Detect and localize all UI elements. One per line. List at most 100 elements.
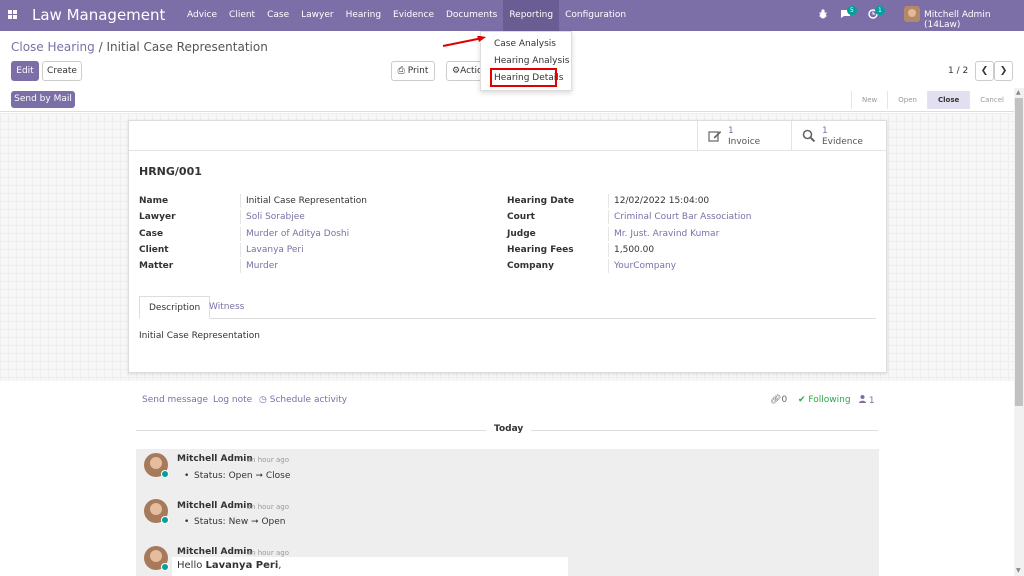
- statusbar: Send by Mail New Open Close Cancel: [0, 88, 1014, 112]
- online-status-icon: [161, 563, 169, 571]
- case-link[interactable]: Murder of Aditya Doshi: [240, 227, 349, 241]
- breadcrumb-parent[interactable]: Close Hearing: [11, 40, 95, 54]
- name-value: Initial Case Representation: [240, 194, 367, 208]
- scroll-down-icon[interactable]: ▼: [1016, 567, 1021, 574]
- check-icon: ✔: [798, 395, 806, 405]
- today-label: Today: [486, 424, 532, 434]
- dropdown-item-hearing-analysis[interactable]: Hearing Analysis: [494, 56, 569, 66]
- app-brand[interactable]: Law Management: [32, 6, 165, 24]
- hearing-date-value: 12/02/2022 15:04:00: [608, 194, 709, 208]
- greeting-word: Hello: [177, 560, 203, 571]
- breadcrumb: Close Hearing / Initial Case Representat…: [11, 40, 268, 54]
- judge-link[interactable]: Mr. Just. Aravind Kumar: [608, 227, 719, 241]
- tab-witness[interactable]: Witness: [200, 296, 253, 319]
- message-time: - an hour ago: [242, 549, 289, 557]
- stage-pipeline: New Open Close Cancel: [851, 91, 1014, 109]
- bug-icon[interactable]: [818, 9, 828, 22]
- message-body: Status: Open ➞ Close: [184, 471, 290, 481]
- author-avatar[interactable]: [144, 546, 169, 571]
- menu-reporting[interactable]: Reporting: [503, 0, 560, 31]
- paperclip-icon: 🔗︎: [770, 395, 782, 405]
- greeting-comma: ,: [278, 560, 282, 571]
- top-navbar: Law Management Advice Client Case Lawyer…: [0, 0, 1024, 31]
- menu-advice[interactable]: Advice: [181, 0, 223, 31]
- menu-client[interactable]: Client: [223, 0, 261, 31]
- invoice-count: 1: [728, 126, 734, 136]
- following-label: Following: [808, 395, 851, 405]
- stage-new[interactable]: New: [851, 91, 887, 109]
- print-icon: ⎙: [397, 66, 405, 76]
- menu-evidence[interactable]: Evidence: [387, 0, 440, 31]
- record-reference: HRNG/001: [139, 165, 202, 178]
- invoice-smart-button[interactable]: 1 Invoice: [697, 121, 792, 151]
- message-time: - an hour ago: [242, 503, 289, 511]
- edit-icon: [708, 129, 722, 146]
- followers-count: 1: [868, 396, 875, 406]
- page-scrollbar[interactable]: ▲ ▼: [1014, 88, 1024, 576]
- client-link[interactable]: Lavanya Peri: [240, 243, 304, 257]
- pager-value[interactable]: 1 / 2: [948, 66, 968, 76]
- schedule-activity-button[interactable]: ◷ Schedule activity: [259, 395, 347, 405]
- menu-documents[interactable]: Documents: [440, 0, 503, 31]
- messages-badge: 5: [847, 6, 857, 15]
- user-menu[interactable]: Mitchell Admin (14Law): [924, 10, 1024, 30]
- author-avatar[interactable]: [144, 499, 169, 524]
- message-body: Status: New ➞ Open: [184, 517, 285, 527]
- print-button[interactable]: ⎙ Print: [391, 61, 435, 81]
- evidence-label: Evidence: [822, 137, 863, 147]
- matter-label: Matter: [139, 261, 174, 271]
- search-icon: [802, 129, 816, 146]
- attachments-count: 0: [781, 395, 788, 405]
- print-label: Print: [407, 66, 429, 76]
- messages-icon[interactable]: 5: [840, 6, 857, 22]
- send-message-button[interactable]: Send message: [142, 395, 208, 405]
- invoice-label: Invoice: [728, 137, 761, 147]
- online-status-icon: [161, 470, 169, 478]
- clock-icon: ◷: [259, 395, 267, 405]
- description-text: Initial Case Representation: [139, 331, 261, 341]
- activity-clock-icon[interactable]: 1: [868, 6, 885, 22]
- apps-menu-icon[interactable]: [8, 10, 17, 19]
- menu-case[interactable]: Case: [261, 0, 295, 31]
- annotation-arrow-icon: [442, 36, 486, 47]
- chatter-message: Mitchell Admin - an hour ago Status: New…: [136, 493, 879, 541]
- user-avatar[interactable]: [904, 6, 920, 22]
- attachments-button[interactable]: 🔗︎0: [770, 395, 787, 405]
- stage-close[interactable]: Close: [926, 91, 970, 109]
- hearing-fees-label: Hearing Fees: [507, 245, 574, 255]
- send-by-mail-button[interactable]: Send by Mail: [11, 91, 75, 108]
- pager-next-button[interactable]: ❯: [994, 61, 1013, 81]
- user-icon: [859, 395, 869, 406]
- create-button[interactable]: Create: [42, 61, 82, 81]
- notebook-tabs: Description Witness: [139, 296, 876, 319]
- author-avatar[interactable]: [144, 453, 169, 478]
- stage-open[interactable]: Open: [887, 91, 927, 109]
- company-label: Company: [507, 261, 554, 271]
- lawyer-link[interactable]: Soli Sorabjee: [240, 210, 305, 224]
- menu-configuration[interactable]: Configuration: [559, 0, 632, 31]
- email-body-preview: Hello Lavanya Peri,: [172, 557, 568, 576]
- name-label: Name: [139, 196, 169, 206]
- followers-button[interactable]: 1: [859, 395, 875, 406]
- court-link[interactable]: Criminal Court Bar Association: [608, 210, 751, 224]
- breadcrumb-current: Initial Case Representation: [106, 40, 268, 54]
- form-sheet: 1 Invoice 1 Evidence HRNG/001 Name Initi…: [128, 120, 887, 373]
- matter-link[interactable]: Murder: [240, 259, 278, 273]
- scrollbar-thumb[interactable]: [1015, 98, 1023, 406]
- log-note-button[interactable]: Log note: [213, 395, 252, 405]
- evidence-smart-button[interactable]: 1 Evidence: [791, 121, 886, 151]
- stage-cancel[interactable]: Cancel: [969, 91, 1014, 109]
- message-time: - an hour ago: [242, 456, 289, 464]
- menu-hearing[interactable]: Hearing: [340, 0, 387, 31]
- online-status-icon: [161, 516, 169, 524]
- following-button[interactable]: ✔ Following: [798, 395, 851, 405]
- company-link[interactable]: YourCompany: [608, 259, 676, 273]
- scroll-up-icon[interactable]: ▲: [1016, 89, 1021, 96]
- hearing-date-label: Hearing Date: [507, 196, 575, 206]
- chatter-message: Mitchell Admin - an hour ago Status: Ope…: [136, 449, 879, 493]
- menu-lawyer[interactable]: Lawyer: [295, 0, 339, 31]
- edit-button[interactable]: Edit: [11, 61, 39, 81]
- dropdown-item-case-analysis[interactable]: Case Analysis: [494, 39, 556, 49]
- pager-previous-button[interactable]: ❮: [975, 61, 994, 81]
- lawyer-label: Lawyer: [139, 212, 176, 222]
